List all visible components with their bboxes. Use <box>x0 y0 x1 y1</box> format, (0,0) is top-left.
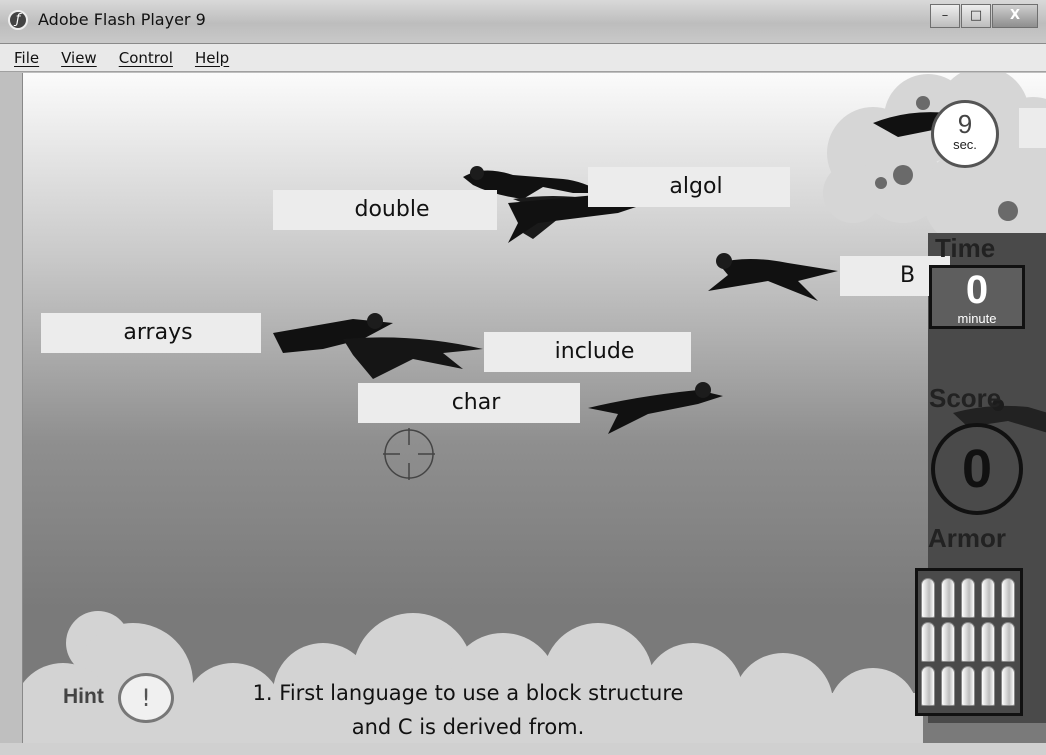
stopwatch-icon: 9 sec. <box>931 100 999 168</box>
minimize-button[interactable]: – <box>930 4 960 28</box>
bullet-icon <box>1001 578 1015 618</box>
armor-ammo <box>915 568 1023 716</box>
bullet-icon <box>921 578 935 618</box>
bullet-icon <box>961 666 975 706</box>
bullet-icon <box>921 666 935 706</box>
bullet-icon <box>981 578 995 618</box>
armor-label: Armor <box>928 523 1007 553</box>
bird-4[interactable] <box>263 309 493 389</box>
bullet-icon <box>921 622 935 662</box>
bullet-icon <box>941 666 955 706</box>
bird-3[interactable] <box>688 251 843 311</box>
bullet-icon <box>941 578 955 618</box>
title-bar: ƒ Adobe Flash Player 9 – □ X <box>0 0 1046 44</box>
hint-label: Hint <box>63 685 104 708</box>
question-line-2: and C is derived from. <box>351 715 585 739</box>
word-target-arrays[interactable]: arrays <box>41 313 261 353</box>
bullet-icon <box>1001 666 1015 706</box>
maximize-button[interactable]: □ <box>961 4 991 28</box>
bullet-icon <box>941 622 955 662</box>
time-unit: minute <box>957 311 997 326</box>
menu-view[interactable]: View <box>61 49 97 67</box>
menu-file[interactable]: File <box>14 49 39 67</box>
bullet-icon <box>1001 622 1015 662</box>
bird-5[interactable] <box>578 378 728 438</box>
bullet-icon <box>961 622 975 662</box>
question-line-1: 1. First language to use a block structu… <box>252 681 684 705</box>
window-controls: – □ X <box>930 4 1038 28</box>
score-value: 0 <box>931 423 1023 515</box>
score-label: Score <box>929 383 1002 413</box>
window-bottom-border <box>0 743 1046 755</box>
question-text: 1. First language to use a block structu… <box>193 676 743 743</box>
word-target-double[interactable]: double <box>273 190 497 230</box>
menu-help[interactable]: Help <box>195 49 229 67</box>
window-title: Adobe Flash Player 9 <box>38 10 206 29</box>
time-value: 0 <box>965 268 989 312</box>
word-target-include[interactable]: include <box>484 332 691 372</box>
bullet-icon <box>981 666 995 706</box>
hint-button[interactable]: ! <box>118 673 174 723</box>
stopwatch-seconds: 9 <box>957 109 973 139</box>
word-target-char[interactable]: char <box>358 383 580 423</box>
bullet-icon <box>961 578 975 618</box>
game-stage[interactable]: double algol arrays include char B 9 sec… <box>22 73 1046 743</box>
word-target-offscreen <box>1019 108 1046 148</box>
time-display: 0 minute <box>929 265 1025 329</box>
flash-icon: ƒ <box>8 10 28 30</box>
menu-bar: File View Control Help <box>0 44 1046 72</box>
time-label: Time <box>935 233 996 263</box>
close-button[interactable]: X <box>992 4 1038 28</box>
stopwatch-unit: sec. <box>953 137 977 152</box>
bullet-icon <box>981 622 995 662</box>
word-target-algol[interactable]: algol <box>588 167 790 207</box>
menu-control[interactable]: Control <box>119 49 173 67</box>
